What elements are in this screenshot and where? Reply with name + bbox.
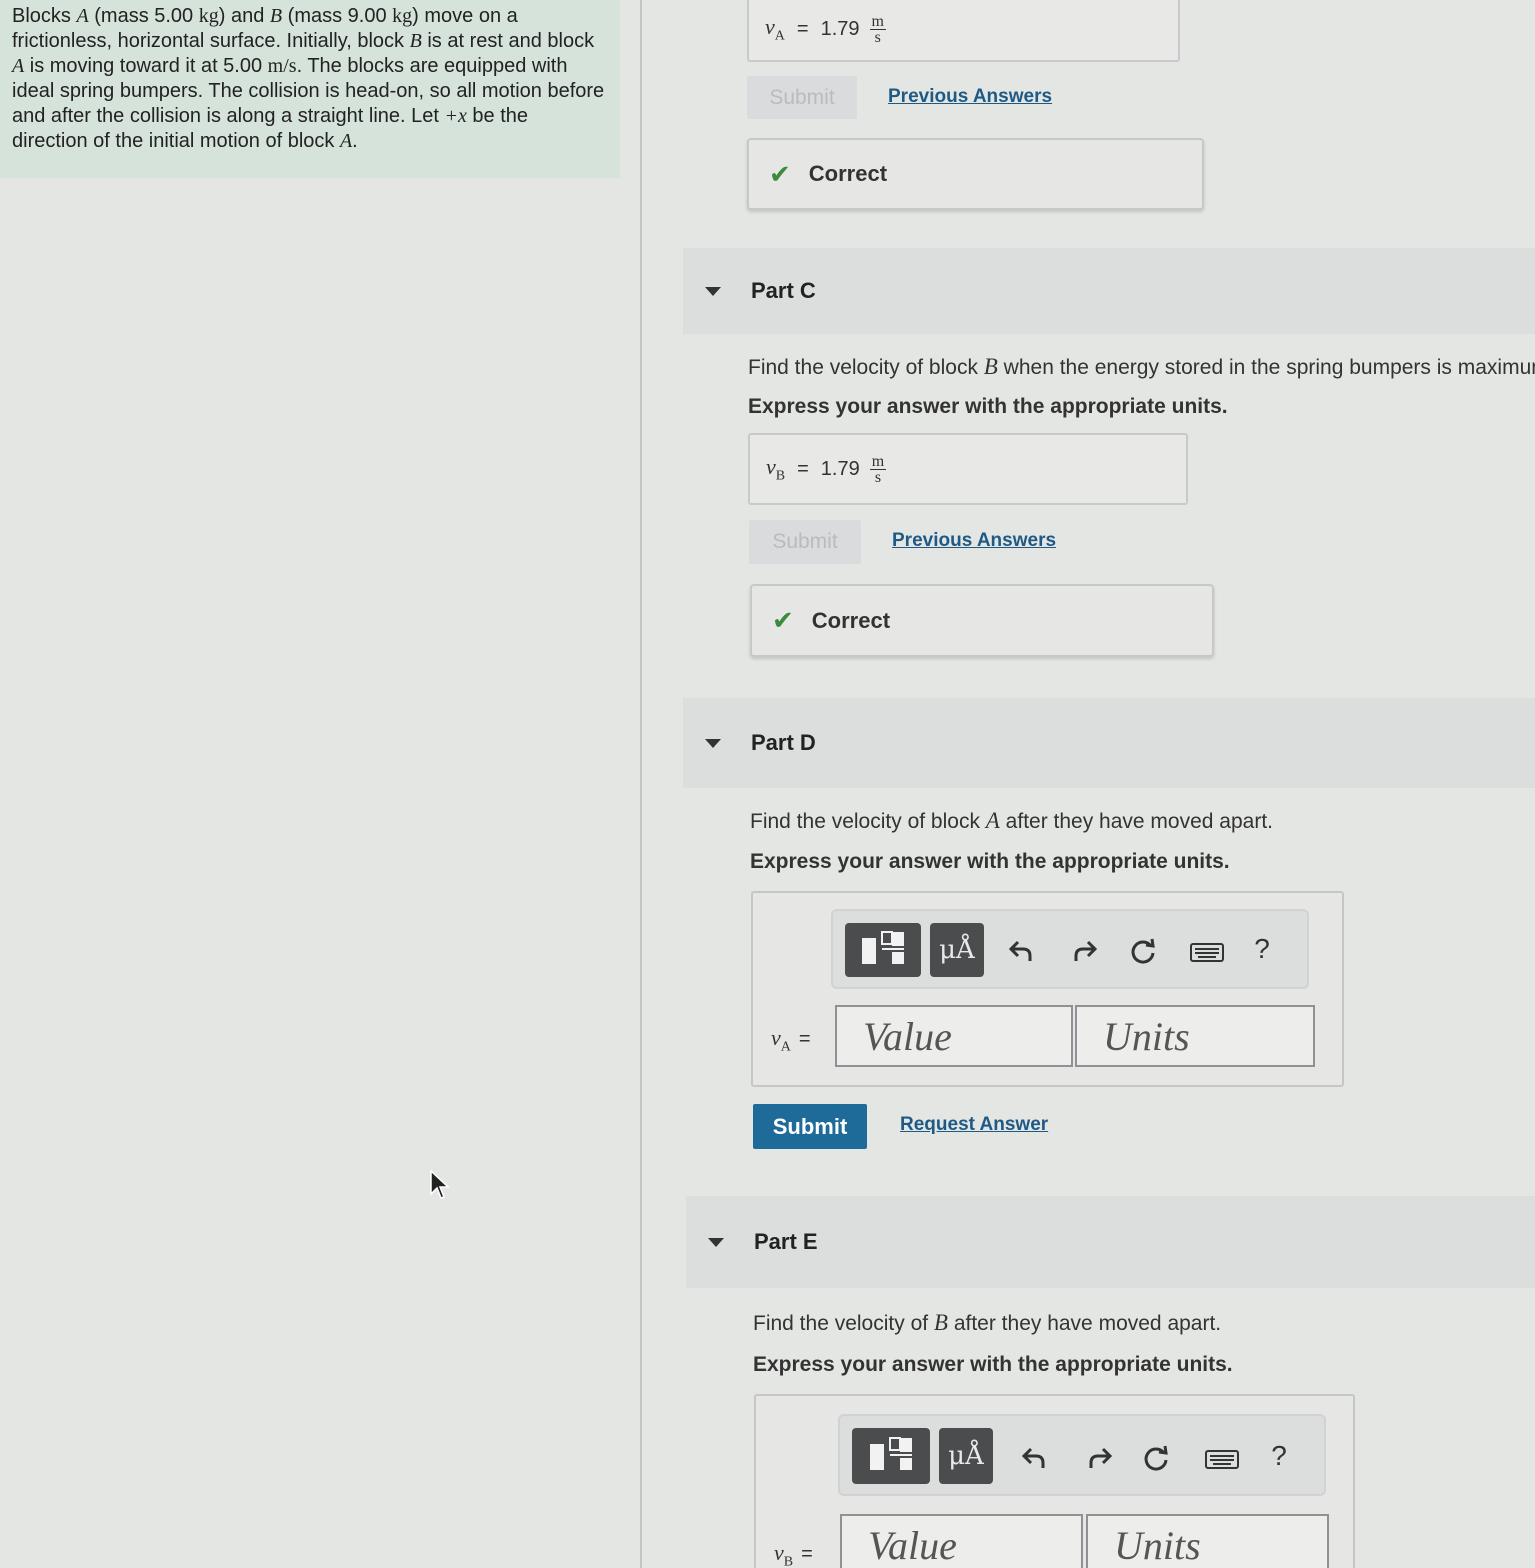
part-d-request-answer-link[interactable]: Request Answer: [900, 1114, 1048, 1136]
part-d-header[interactable]: Part D: [683, 698, 1535, 788]
part-e-value-input[interactable]: Value: [840, 1514, 1083, 1568]
part-b-answer-display: vA = 1.79 ms: [747, 0, 1180, 62]
part-e-question: Find the velocity of B after they have m…: [753, 1310, 1222, 1335]
part-e-answer-widget: μÅ ? vB = Value Units: [754, 1394, 1355, 1568]
part-d-units-input[interactable]: Units: [1075, 1005, 1315, 1067]
part-c-answer-unit: ms: [869, 452, 887, 486]
part-e-field-label: vB =: [774, 1540, 813, 1568]
collapse-triangle-icon[interactable]: [705, 738, 721, 748]
keyboard-icon[interactable]: [1187, 935, 1227, 969]
part-b-submit-button[interactable]: Submit: [747, 76, 857, 119]
redo-icon[interactable]: [1065, 931, 1105, 971]
keyboard-icon[interactable]: [1202, 1442, 1242, 1476]
reset-icon[interactable]: [1136, 1438, 1176, 1478]
checkmark-icon: ✔: [772, 605, 794, 635]
help-icon[interactable]: ?: [1264, 1436, 1294, 1476]
part-c-question: Find the velocity of block B when the en…: [748, 354, 1535, 379]
help-icon[interactable]: ?: [1247, 929, 1277, 969]
part-c-answer-display: vB = 1.79 ms: [748, 433, 1188, 505]
part-d-equation-toolbar: μÅ ?: [831, 909, 1309, 989]
reset-icon[interactable]: [1123, 931, 1163, 971]
part-c-answer-value: 1.79: [820, 457, 860, 480]
part-d-question: Find the velocity of block A after they …: [750, 808, 1273, 833]
part-c-submit-button[interactable]: Submit: [749, 520, 861, 564]
templates-icon[interactable]: [845, 923, 921, 977]
part-d-submit-button[interactable]: Submit: [753, 1104, 867, 1149]
part-c-feedback: ✔ Correct: [750, 584, 1214, 657]
part-b-feedback: ✔ Correct: [747, 138, 1204, 210]
part-d-answer-widget: μÅ ? vA = Value Units: [751, 891, 1344, 1087]
part-c-previous-answers-link[interactable]: Previous Answers: [892, 530, 1056, 552]
collapse-triangle-icon[interactable]: [708, 1237, 724, 1247]
part-c-instruction: Express your answer with the appropriate…: [748, 395, 1228, 418]
templates-icon[interactable]: [852, 1428, 930, 1484]
part-e-instruction: Express your answer with the appropriate…: [753, 1353, 1233, 1376]
part-c-header[interactable]: Part C: [683, 248, 1535, 334]
undo-icon[interactable]: [1001, 931, 1041, 971]
part-b-previous-answers-link[interactable]: Previous Answers: [888, 86, 1052, 108]
panel-divider: [640, 0, 642, 1568]
units-icon[interactable]: μÅ: [930, 923, 984, 977]
part-e-units-input[interactable]: Units: [1086, 1514, 1329, 1568]
units-icon[interactable]: μÅ: [939, 1428, 993, 1484]
checkmark-icon: ✔: [769, 158, 791, 189]
part-e-equation-toolbar: μÅ ?: [838, 1414, 1326, 1496]
redo-icon[interactable]: [1080, 1438, 1120, 1478]
part-b-answer-value: 1.79: [820, 17, 860, 40]
part-e-header[interactable]: Part E: [686, 1196, 1535, 1288]
problem-statement: Blocks A (mass 5.00 kg) and B (mass 9.00…: [0, 0, 620, 178]
collapse-triangle-icon[interactable]: [705, 286, 721, 296]
part-d-instruction: Express your answer with the appropriate…: [750, 850, 1230, 873]
part-d-field-label: vA =: [771, 1025, 811, 1055]
part-b-answer-unit: ms: [869, 12, 886, 46]
mouse-cursor-icon: [430, 1169, 450, 1207]
part-d-value-input[interactable]: Value: [835, 1005, 1073, 1067]
undo-icon[interactable]: [1014, 1438, 1054, 1478]
